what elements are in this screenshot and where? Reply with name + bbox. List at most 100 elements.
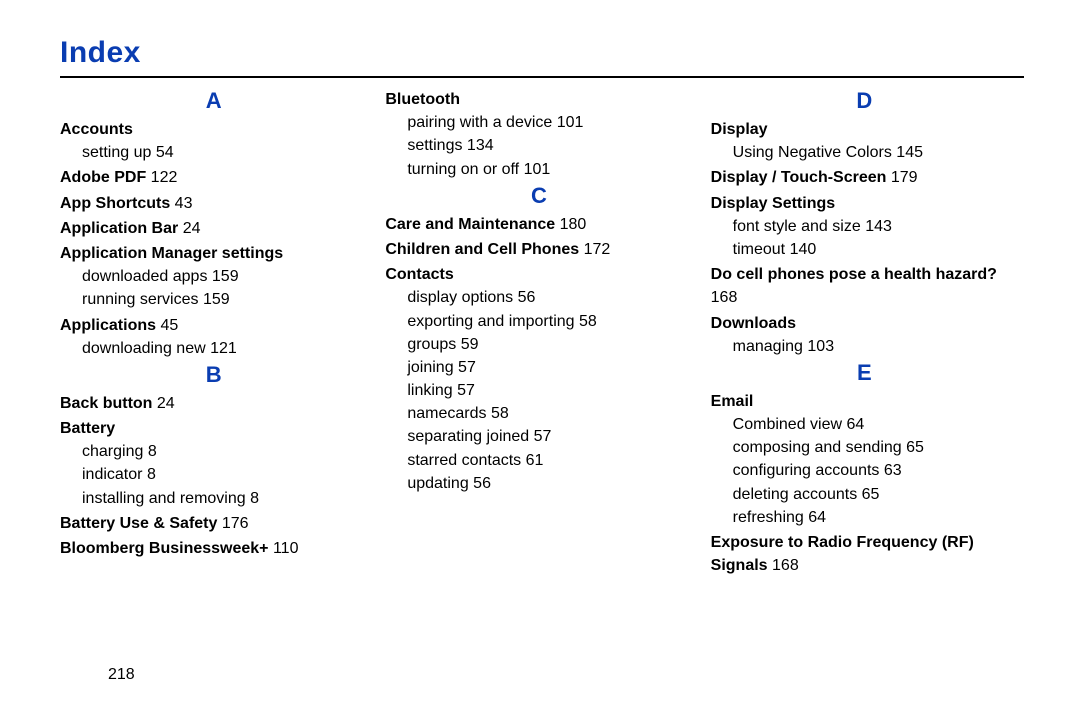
entry-title[interactable]: Children and Cell Phones 172: [385, 238, 692, 261]
subentry[interactable]: turning on or off 101: [407, 158, 692, 181]
page-ref[interactable]: 24: [157, 395, 175, 412]
subentry[interactable]: charging 8: [82, 440, 367, 463]
subentry[interactable]: composing and sending 65: [733, 436, 1018, 459]
entry-title[interactable]: Email: [711, 390, 1018, 413]
page-ref[interactable]: 63: [884, 462, 902, 479]
subentry[interactable]: indicator 8: [82, 463, 367, 486]
subentry[interactable]: setting up 54: [82, 141, 367, 164]
page-ref[interactable]: 43: [175, 195, 193, 212]
subentry[interactable]: managing 103: [733, 335, 1018, 358]
subentry[interactable]: display options 56: [407, 286, 692, 309]
page-ref[interactable]: 180: [560, 216, 587, 233]
index-entry: Application Manager settingsdownloaded a…: [60, 242, 367, 312]
subentry[interactable]: font style and size 143: [733, 215, 1018, 238]
entry-title[interactable]: Battery: [60, 417, 367, 440]
page-ref[interactable]: 65: [906, 439, 924, 456]
subentry[interactable]: linking 57: [407, 379, 692, 402]
subentry[interactable]: joining 57: [407, 356, 692, 379]
entry-title[interactable]: Display / Touch-Screen 179: [711, 166, 1018, 189]
page-ref[interactable]: 122: [151, 169, 178, 186]
index-entry: Accountssetting up 54: [60, 118, 367, 164]
index-entry: App Shortcuts 43: [60, 192, 367, 215]
page-ref[interactable]: 159: [212, 268, 239, 285]
page-ref[interactable]: 45: [160, 317, 178, 334]
entry-title[interactable]: Bloomberg Businessweek+ 110: [60, 537, 367, 560]
subentry[interactable]: deleting accounts 65: [733, 483, 1018, 506]
entry-title[interactable]: Adobe PDF 122: [60, 166, 367, 189]
entry-title[interactable]: Back button 24: [60, 392, 367, 415]
page-ref[interactable]: 64: [847, 416, 865, 433]
subentry[interactable]: namecards 58: [407, 402, 692, 425]
entry-title[interactable]: Display: [711, 118, 1018, 141]
subentry[interactable]: settings 134: [407, 134, 692, 157]
subentry[interactable]: updating 56: [407, 472, 692, 495]
section-letter: A: [60, 88, 367, 114]
page-ref[interactable]: 121: [210, 340, 237, 357]
entry-title[interactable]: Downloads: [711, 312, 1018, 335]
page-number: 218: [108, 666, 135, 684]
subentries: downloaded apps 159running services 159: [82, 265, 367, 311]
page-ref[interactable]: 101: [557, 114, 584, 131]
entry-title[interactable]: Exposure to Radio Frequency (RF) Signals…: [711, 531, 1018, 577]
entry-title[interactable]: Contacts: [385, 263, 692, 286]
entry-title[interactable]: Battery Use & Safety 176: [60, 512, 367, 535]
page-ref[interactable]: 145: [896, 144, 923, 161]
page-ref[interactable]: 57: [458, 359, 476, 376]
page-ref[interactable]: 103: [807, 338, 834, 355]
page-ref[interactable]: 134: [467, 137, 494, 154]
page-ref[interactable]: 159: [203, 291, 230, 308]
page-ref[interactable]: 179: [891, 169, 918, 186]
entry-title[interactable]: Applications 45: [60, 314, 367, 337]
page-ref[interactable]: 61: [526, 452, 544, 469]
subentry[interactable]: pairing with a device 101: [407, 111, 692, 134]
subentry[interactable]: exporting and importing 58: [407, 310, 692, 333]
index-entry: EmailCombined view 64composing and sendi…: [711, 390, 1018, 529]
page-ref[interactable]: 56: [518, 289, 536, 306]
page-ref[interactable]: 64: [808, 509, 826, 526]
subentry[interactable]: downloading new 121: [82, 337, 367, 360]
page-ref[interactable]: 101: [524, 161, 551, 178]
entry-title[interactable]: Display Settings: [711, 192, 1018, 215]
subentry[interactable]: timeout 140: [733, 238, 1018, 261]
entry-title[interactable]: Do cell phones pose a health hazard? 168: [711, 263, 1018, 309]
entry-title[interactable]: Accounts: [60, 118, 367, 141]
index-page: Index AAccountssetting up 54Adobe PDF 12…: [0, 0, 1080, 720]
page-ref[interactable]: 58: [491, 405, 509, 422]
subentry[interactable]: Combined view 64: [733, 413, 1018, 436]
subentry[interactable]: installing and removing 8: [82, 487, 367, 510]
page-ref[interactable]: 8: [148, 443, 157, 460]
page-ref[interactable]: 143: [865, 218, 892, 235]
entry-title[interactable]: Application Manager settings: [60, 242, 367, 265]
page-ref[interactable]: 8: [250, 490, 259, 507]
subentry[interactable]: downloaded apps 159: [82, 265, 367, 288]
page-ref[interactable]: 110: [273, 540, 299, 557]
page-ref[interactable]: 140: [790, 241, 817, 258]
entry-title[interactable]: Bluetooth: [385, 88, 692, 111]
subentry[interactable]: running services 159: [82, 288, 367, 311]
page-ref[interactable]: 168: [711, 289, 738, 306]
page-ref[interactable]: 57: [457, 382, 475, 399]
page-ref[interactable]: 172: [584, 241, 611, 258]
entry-title[interactable]: App Shortcuts 43: [60, 192, 367, 215]
page-ref[interactable]: 24: [183, 220, 201, 237]
subentry[interactable]: configuring accounts 63: [733, 459, 1018, 482]
entry-title[interactable]: Care and Maintenance 180: [385, 213, 692, 236]
entry-title[interactable]: Application Bar 24: [60, 217, 367, 240]
page-ref[interactable]: 56: [473, 475, 491, 492]
page-ref[interactable]: 176: [222, 515, 249, 532]
page-ref[interactable]: 54: [156, 144, 174, 161]
page-ref[interactable]: 8: [147, 466, 156, 483]
page-ref[interactable]: 59: [461, 336, 479, 353]
section-letter: C: [385, 183, 692, 209]
subentry[interactable]: Using Negative Colors 145: [733, 141, 1018, 164]
subentry[interactable]: groups 59: [407, 333, 692, 356]
subentry[interactable]: refreshing 64: [733, 506, 1018, 529]
subentries: font style and size 143timeout 140: [733, 215, 1018, 261]
subentry[interactable]: starred contacts 61: [407, 449, 692, 472]
page-ref[interactable]: 65: [862, 486, 880, 503]
page-ref[interactable]: 57: [534, 428, 552, 445]
page-ref[interactable]: 168: [772, 557, 799, 574]
column: A Accountssetting up 54Adobe PDF 122 App S…: [60, 88, 373, 579]
subentry[interactable]: separating joined 57: [407, 425, 692, 448]
page-ref[interactable]: 58: [579, 313, 597, 330]
